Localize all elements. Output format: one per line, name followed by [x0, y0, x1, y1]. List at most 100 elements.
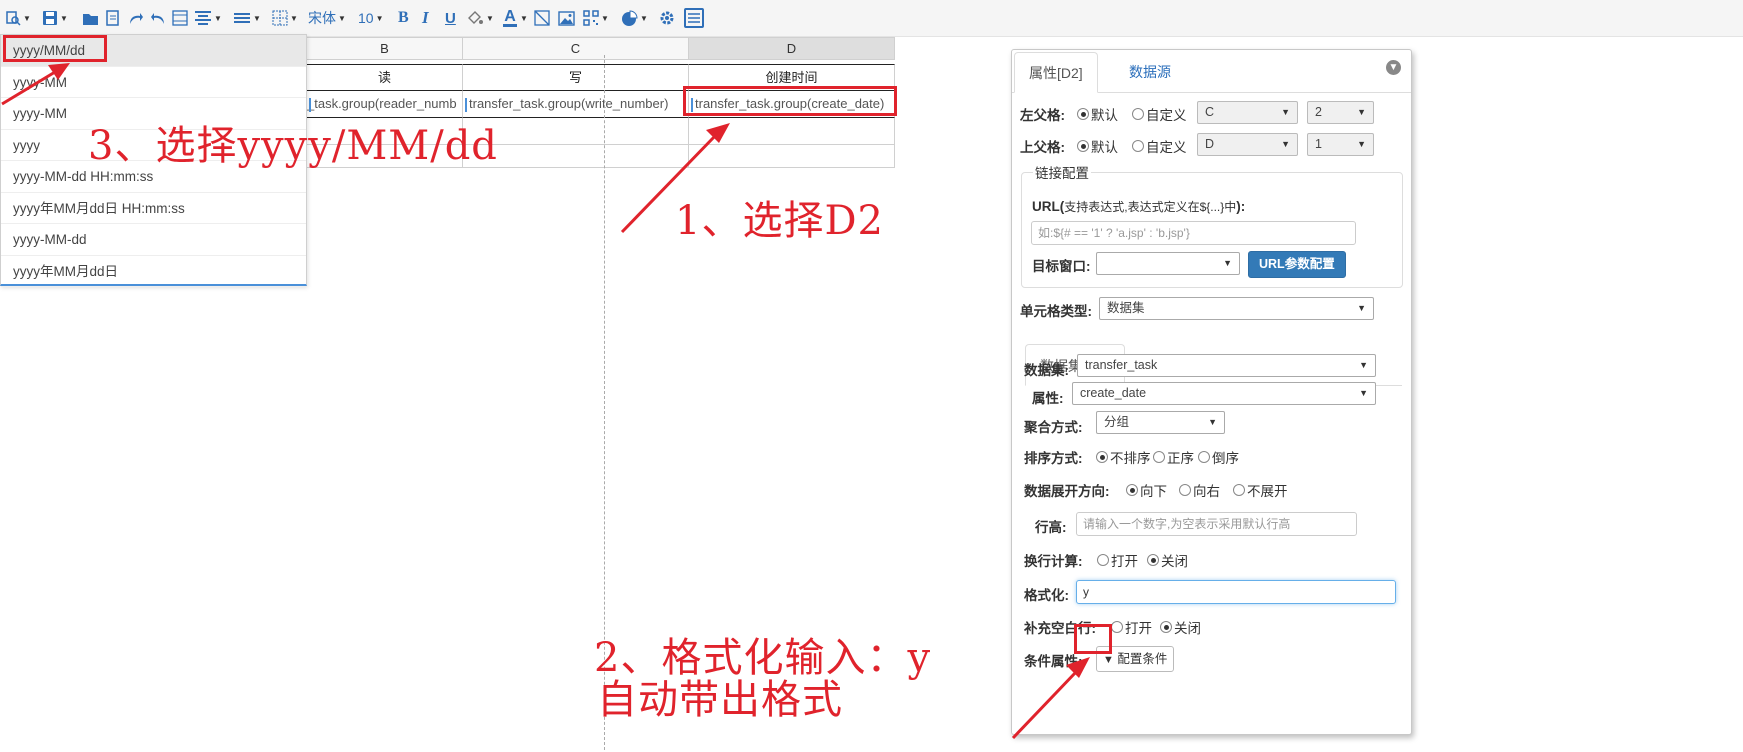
cell-d4[interactable]: [689, 141, 895, 168]
expand-none-radio[interactable]: 不展开: [1233, 480, 1288, 500]
save-icon[interactable]: ▼: [42, 6, 68, 30]
select-value: C: [1205, 105, 1215, 119]
config-condition-label: 配置条件: [1117, 652, 1168, 666]
tab-properties[interactable]: 属性[D2]: [1014, 52, 1098, 93]
wrap-calc-off-radio[interactable]: 关闭: [1147, 550, 1188, 570]
preview-icon[interactable]: ▼: [5, 6, 31, 30]
import-icon[interactable]: [106, 6, 121, 30]
top-parent-default-radio[interactable]: 默认: [1077, 136, 1118, 156]
select-value: 分组: [1104, 415, 1130, 429]
toolbar: ▼ ▼ ▼ ▼ ▼ 宋体 ▼ 10 ▼ B I U ▼ A ▼ ▼ ▼: [0, 0, 1743, 37]
sort-none-radio[interactable]: 不排序: [1096, 447, 1151, 467]
format-option[interactable]: yyyy-MM-dd: [1, 224, 306, 256]
radio-label: 打开: [1125, 621, 1152, 636]
radio-dot: [1160, 621, 1172, 633]
url-input[interactable]: 如:${# == '1' ? 'a.jsp' : 'b.jsp'}: [1031, 221, 1356, 245]
tab-datasource[interactable]: 数据源: [1115, 52, 1185, 93]
target-window-select[interactable]: ▼: [1096, 252, 1240, 275]
font-family-select[interactable]: 宋体 ▼: [308, 6, 346, 30]
font-size-select[interactable]: 10 ▼: [358, 6, 384, 30]
qrcode-icon[interactable]: ▼: [583, 6, 609, 30]
dataset-select[interactable]: transfer_task ▼: [1077, 354, 1376, 377]
radio-dot: [1132, 140, 1144, 152]
radio-label: 自定义: [1146, 108, 1187, 123]
target-window-label: 目标窗口:: [1032, 259, 1091, 274]
sort-desc-radio[interactable]: 倒序: [1198, 447, 1239, 467]
merge-cells-icon[interactable]: [172, 6, 188, 30]
radio-dot: [1097, 554, 1109, 566]
fill-blank-on-radio[interactable]: 打开: [1111, 617, 1152, 637]
column-header-c[interactable]: C: [463, 37, 689, 60]
column-header-b[interactable]: B: [307, 37, 463, 60]
radio-label: 正序: [1167, 451, 1194, 466]
top-parent-column-select[interactable]: D ▼: [1197, 133, 1298, 156]
select-value: 数据集: [1107, 301, 1145, 315]
clear-format-icon[interactable]: [534, 6, 550, 30]
column-header-d[interactable]: D: [689, 37, 895, 60]
cell-c1[interactable]: 写: [463, 64, 689, 91]
radio-dot: [1126, 484, 1138, 496]
radio-dot: [1077, 108, 1089, 120]
property-select[interactable]: create_date ▼: [1072, 382, 1376, 405]
radio-label: 不展开: [1247, 484, 1288, 499]
font-color-button[interactable]: A: [503, 6, 517, 30]
annotation-step2-line2: 自动带出格式: [597, 677, 843, 723]
radio-dot: [1111, 621, 1123, 633]
redo-icon[interactable]: [128, 6, 144, 30]
radio-label: 打开: [1111, 554, 1138, 569]
expand-right-radio[interactable]: 向右: [1179, 480, 1220, 500]
select-value: D: [1205, 137, 1215, 151]
url-param-config-button[interactable]: URL参数配置: [1248, 251, 1346, 278]
settings-gear-icon[interactable]: [659, 6, 675, 30]
panel-tabs: 属性[D2] 数据源 ▼: [1012, 50, 1411, 93]
format-option[interactable]: yyyy年MM月dd日 HH:mm:ss: [1, 193, 306, 224]
fill-color-icon[interactable]: ▼: [466, 6, 494, 30]
annotation-step3: 3、选择yyyy/MM/dd: [88, 123, 498, 169]
undo-icon[interactable]: [150, 6, 166, 30]
caret-down-icon: ▼: [1357, 107, 1366, 117]
valign-icon[interactable]: ▼: [233, 6, 261, 30]
radio-label: 关闭: [1161, 554, 1188, 569]
cell-b1[interactable]: 读: [307, 64, 463, 91]
format-option[interactable]: yyyy年MM月dd日: [1, 256, 306, 287]
format-input[interactable]: y: [1076, 580, 1396, 604]
italic-button[interactable]: I: [422, 6, 429, 30]
properties-panel-icon[interactable]: [684, 6, 704, 30]
left-parent-row-select[interactable]: 2 ▼: [1307, 101, 1374, 124]
chart-pie-icon[interactable]: ▼: [621, 6, 648, 30]
border-icon[interactable]: ▼: [272, 6, 298, 30]
radio-dot: [1198, 451, 1210, 463]
font-size-value: 10: [358, 10, 374, 26]
sort-asc-radio[interactable]: 正序: [1153, 447, 1194, 467]
radio-dot: [1077, 140, 1089, 152]
url-label-suffix: ):: [1236, 199, 1246, 214]
download-circle-icon[interactable]: ▼: [1386, 60, 1401, 75]
cell-type-select[interactable]: 数据集 ▼: [1099, 297, 1374, 320]
wrap-calc-on-radio[interactable]: 打开: [1097, 550, 1138, 570]
highlight-cell-box: [683, 86, 897, 116]
left-parent-custom-radio[interactable]: 自定义: [1132, 104, 1187, 124]
bold-button[interactable]: B: [398, 6, 409, 30]
expand-down-radio[interactable]: 向下: [1126, 480, 1167, 500]
format-option[interactable]: yyyy-MM: [1, 67, 306, 98]
top-parent-row-select[interactable]: 1 ▼: [1307, 133, 1374, 156]
cell-type-label: 单元格类型:: [1020, 304, 1092, 319]
top-parent-custom-radio[interactable]: 自定义: [1132, 136, 1187, 156]
select-value: 1: [1315, 137, 1322, 151]
radio-label: 默认: [1091, 108, 1118, 123]
aggregate-select[interactable]: 分组 ▼: [1096, 411, 1225, 434]
left-parent-default-radio[interactable]: 默认: [1077, 104, 1118, 124]
open-folder-icon[interactable]: [82, 6, 99, 30]
fill-blank-off-radio[interactable]: 关闭: [1160, 617, 1201, 637]
select-value: create_date: [1080, 386, 1147, 400]
left-parent-label: 左父格:: [1020, 108, 1065, 123]
underline-button[interactable]: U: [445, 6, 456, 30]
radio-label: 倒序: [1212, 451, 1239, 466]
caret-down-icon: ▼: [1357, 303, 1366, 313]
url-label-prefix: URL(: [1032, 199, 1065, 214]
url-label-hint: 支持表达式,表达式定义在${...}中: [1064, 200, 1237, 214]
row-height-input[interactable]: 请输入一个数字,为空表示采用默认行高: [1076, 512, 1357, 536]
left-parent-column-select[interactable]: C ▼: [1197, 101, 1298, 124]
image-icon[interactable]: [558, 6, 575, 30]
align-center-icon[interactable]: ▼: [194, 6, 222, 30]
